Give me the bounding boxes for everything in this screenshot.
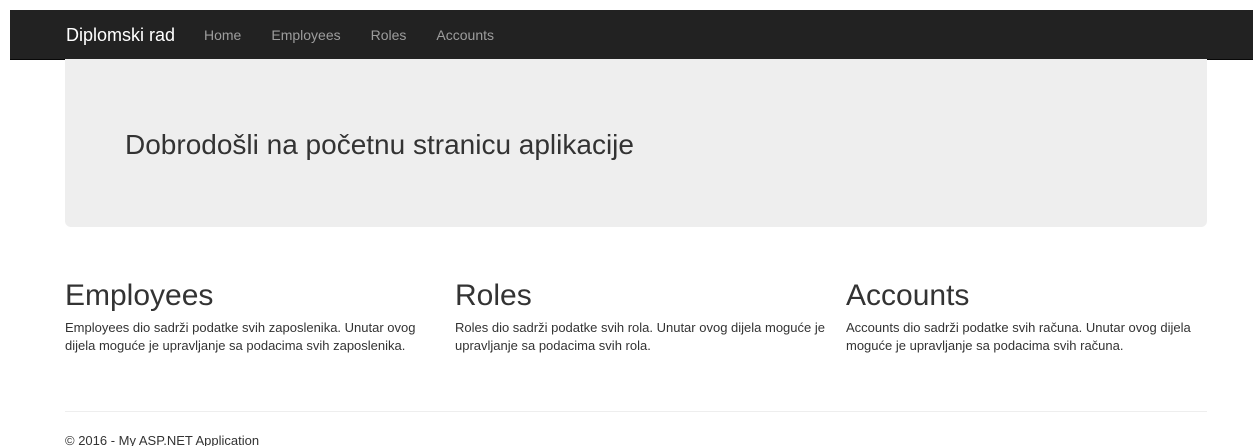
welcome-heading: Dobrodošli na početnu stranicu aplikacij… (125, 129, 634, 160)
nav-item-employees[interactable]: Employees (256, 10, 355, 60)
jumbotron: Dobrodošli na početnu stranicu aplikacij… (65, 59, 1207, 227)
accounts-title: Accounts (846, 279, 970, 312)
nav-item-accounts[interactable]: Accounts (421, 10, 509, 60)
employees-section: Employees Employees dio sadrži podatke s… (65, 279, 435, 355)
nav-item-home[interactable]: Home (189, 10, 256, 60)
employees-title: Employees (65, 279, 214, 312)
top-navbar: Diplomski rad Home Employees Roles Accou… (10, 10, 1253, 60)
brand-link[interactable]: Diplomski rad (66, 10, 175, 60)
nav-menu: Home Employees Roles Accounts (189, 10, 509, 60)
footer-divider (65, 411, 1207, 412)
roles-section: Roles Roles dio sadrži podatke svih rola… (455, 279, 825, 355)
roles-description: Roles dio sadrži podatke svih rola. Unut… (455, 320, 825, 353)
accounts-section: Accounts Accounts dio sadrži podatke svi… (846, 279, 1216, 355)
footer-text: © 2016 - My ASP.NET Application (65, 433, 260, 446)
roles-title: Roles (455, 279, 532, 312)
nav-item-roles[interactable]: Roles (356, 10, 422, 60)
page: Diplomski rad Home Employees Roles Accou… (0, 0, 1253, 446)
employees-description: Employees dio sadrži podatke svih zaposl… (65, 320, 416, 353)
accounts-description: Accounts dio sadrži podatke svih računa.… (846, 320, 1191, 353)
